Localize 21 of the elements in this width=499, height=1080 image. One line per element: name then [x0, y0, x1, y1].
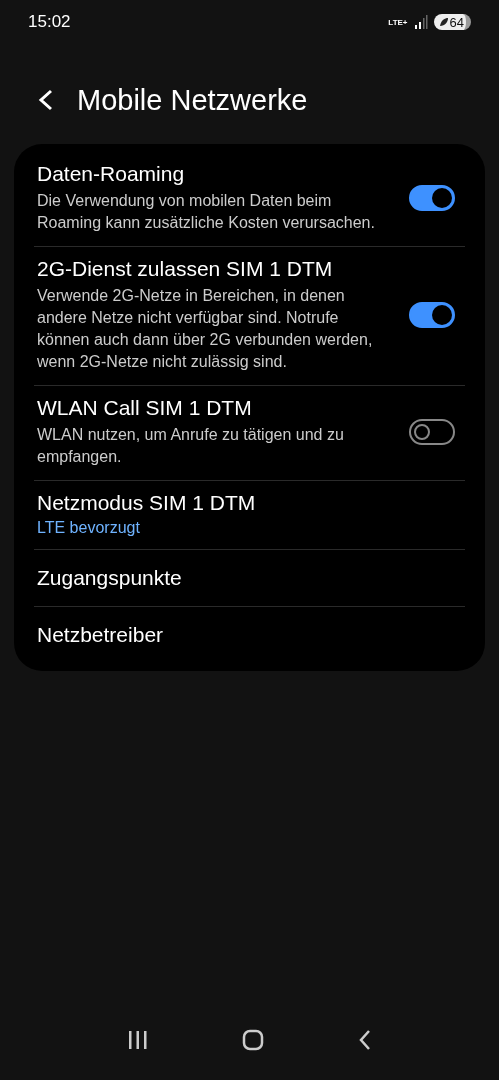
setting-title[interactable]: Netzbetreiber — [37, 623, 431, 647]
back-icon[interactable] — [37, 89, 55, 111]
recent-apps-icon[interactable] — [126, 1030, 149, 1050]
setting-title[interactable]: Daten-Roaming — [37, 162, 385, 186]
home-icon[interactable] — [241, 1029, 264, 1051]
setting-title[interactable]: WLAN Call SIM 1 DTM — [37, 396, 385, 420]
page-title: Mobile Netzwerke — [77, 83, 308, 117]
setting-title[interactable]: Netzmodus SIM 1 DTM — [37, 491, 431, 515]
signal-icon — [413, 15, 428, 29]
setting-description: Verwende 2G-Netze in Bereichen, in denen andere Netze nicht verfügbar sind. Notrufe können auch dann über 2G verbunden werden, wenn 2G-Netze nicht zulässig sind. — [37, 286, 374, 372]
toggle-switch[interactable] — [409, 302, 455, 328]
setting-title[interactable]: Zugangspunkte — [37, 566, 431, 590]
setting-description: WLAN nutzen, um Anrufe zu tätigen und zu empfangen. — [37, 425, 345, 467]
setting-description: Die Verwendung von mobilen Daten beim Roaming kann zusätzliche Kosten verursachen. — [37, 191, 376, 233]
leaf-icon — [438, 17, 449, 27]
toggle-switch[interactable] — [409, 419, 455, 445]
toggle-switch[interactable] — [409, 185, 455, 211]
status-time: 15:02 — [28, 12, 71, 32]
setting-value: LTE bevorzugt — [37, 519, 141, 537]
network-type: LTE+ — [388, 17, 408, 27]
setting-title[interactable]: 2G-Dienst zulassen SIM 1 DTM — [37, 257, 385, 281]
